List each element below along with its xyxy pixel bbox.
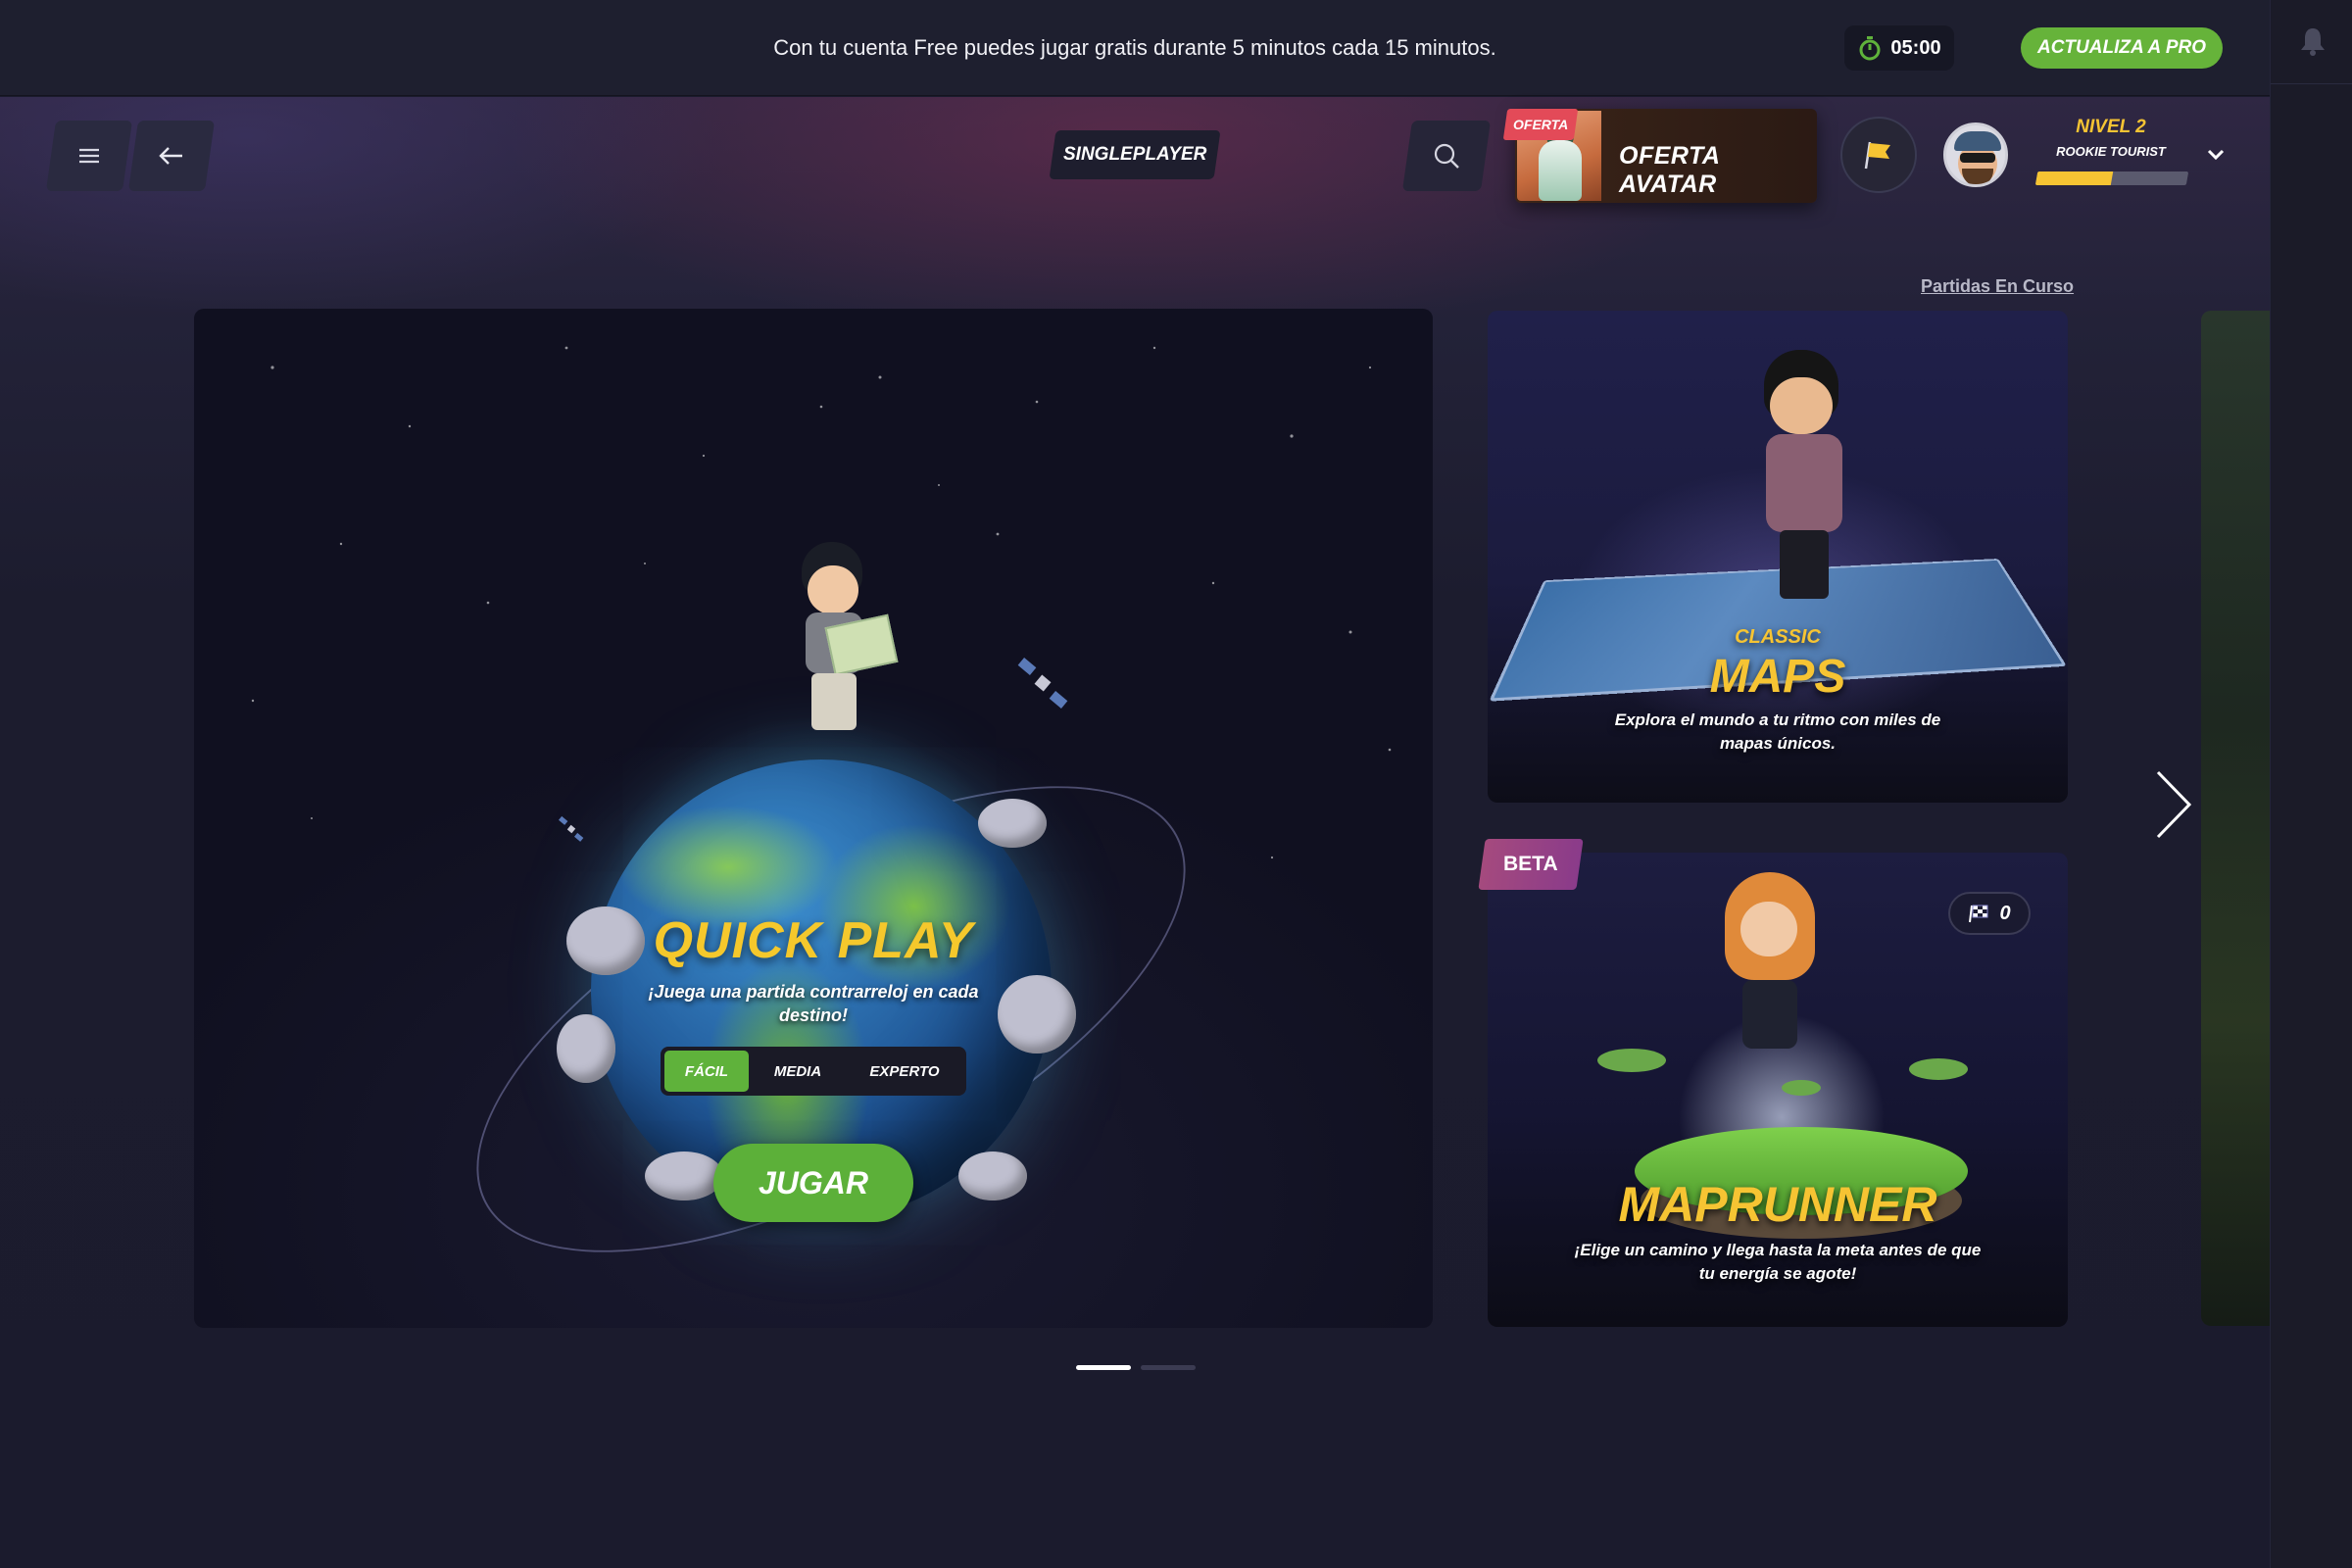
classic-maps-title: MAPS — [1709, 651, 1846, 703]
maprunner-card[interactable]: 0 MAPRUNNER ¡Elige un camino y llega has… — [1488, 853, 2068, 1327]
checkered-flag-icon — [1969, 905, 1988, 923]
back-button[interactable] — [127, 121, 216, 191]
menu-button[interactable] — [45, 121, 133, 191]
explorer-character — [782, 542, 900, 758]
level-progress-bar — [2034, 172, 2189, 185]
classic-maps-description-text: Explora el mundo a tu ritmo con miles de… — [1614, 710, 1941, 753]
maprunner-description-text: ¡Elige un camino y llega hasta la meta a… — [1574, 1241, 1982, 1283]
search-button[interactable] — [1401, 121, 1492, 191]
difficulty-expert[interactable]: EXPERTO — [847, 1051, 962, 1092]
avatar-cap — [1954, 131, 2001, 151]
level-progress-fill — [2034, 172, 2114, 185]
quick-play-title: QUICK PLAY — [653, 912, 974, 969]
small-island — [1597, 1049, 1666, 1072]
avatar-offer-banner[interactable]: OFERTA OFERTA AVATAR — [1502, 109, 1817, 203]
satellite-icon — [559, 815, 584, 842]
level-rank: ROOKIE TOURIST — [2056, 144, 2166, 159]
classic-maps-description: Explora el mundo a tu ritmo con miles de… — [1488, 709, 2068, 756]
offer-tag-text: OFERTA — [1512, 117, 1569, 132]
avatar-sunglasses — [1960, 153, 1995, 163]
difficulty-selector: FÁCIL MEDIA EXPERTO — [661, 1047, 966, 1096]
bell-icon[interactable] — [2298, 25, 2328, 57]
quick-play-card[interactable]: QUICK PLAY ¡Juega una partida contrarrel… — [194, 309, 1433, 1328]
chevron-down-icon[interactable] — [2205, 144, 2227, 166]
cloud — [958, 1152, 1027, 1200]
quick-play-subtitle-text: ¡Juega una partida contrarreloj en cada … — [648, 982, 979, 1025]
races-counter: 0 — [1948, 892, 2031, 935]
small-island — [1909, 1058, 1968, 1080]
carousel-dot[interactable] — [1141, 1365, 1196, 1370]
session-timer: 05:00 — [1844, 25, 1954, 71]
level-number: NIVEL 2 — [2076, 117, 2146, 137]
timer-value: 05:00 — [1890, 36, 1941, 59]
right-rail — [2270, 0, 2352, 1568]
difficulty-easy[interactable]: FÁCIL — [664, 1051, 749, 1092]
offer-title: OFERTA AVATAR — [1619, 142, 1720, 198]
flag-icon — [1864, 141, 1890, 170]
classic-maps-card[interactable]: CLASSIC MAPS Explora el mundo a tu ritmo… — [1488, 311, 2068, 803]
runner-body — [1742, 980, 1797, 1049]
cloud — [645, 1152, 723, 1200]
runner-character — [1713, 872, 1840, 1107]
maps-char-body — [1766, 434, 1842, 532]
classic-maps-kicker: CLASSIC — [1735, 626, 1821, 648]
mode-label-text: SINGLEPLAYER — [1062, 144, 1207, 165]
beta-badge: BETA — [1478, 839, 1584, 890]
maps-char-face — [1770, 377, 1833, 434]
hamburger-icon — [79, 148, 99, 164]
kid-face — [808, 565, 858, 614]
rail-notification-area — [2271, 0, 2352, 84]
quick-play-subtitle: ¡Juega una partida contrarreloj en cada … — [194, 980, 1433, 1027]
ongoing-games-link[interactable]: Partidas En Curso — [1921, 276, 2074, 297]
carousel-dot[interactable] — [1076, 1365, 1131, 1370]
free-account-banner: Con tu cuenta Free puedes jugar gratis d… — [0, 0, 2270, 96]
beta-badge-text: BETA — [1503, 853, 1558, 875]
search-icon — [1434, 143, 1459, 169]
mode-label: SINGLEPLAYER — [1049, 130, 1221, 179]
user-level[interactable]: NIVEL 2 ROOKIE TOURIST — [2034, 117, 2189, 185]
user-avatar[interactable] — [1943, 122, 2008, 187]
avatar-beard — [1962, 169, 1993, 184]
thumb-body — [1539, 140, 1582, 201]
runner-face — [1740, 902, 1797, 956]
difficulty-medium[interactable]: MEDIA — [749, 1051, 847, 1092]
maps-character — [1750, 350, 1858, 644]
carousel-pagination — [1076, 1365, 1196, 1370]
chevron-right-icon[interactable] — [2152, 768, 2195, 841]
upgrade-pro-button[interactable]: ACTUALIZA A PRO — [2021, 27, 2223, 69]
races-counter-value: 0 — [1999, 902, 2011, 924]
missions-button[interactable] — [1840, 117, 1917, 193]
play-button[interactable]: JUGAR — [713, 1144, 913, 1222]
maps-char-legs — [1780, 530, 1829, 599]
offer-tag: OFERTA — [1502, 109, 1579, 140]
kid-legs — [811, 673, 857, 730]
maprunner-title: MAPRUNNER — [1618, 1177, 1937, 1232]
cloud — [978, 799, 1047, 848]
maprunner-description: ¡Elige un camino y llega hasta la meta a… — [1488, 1239, 2068, 1286]
satellite-icon — [1017, 658, 1068, 709]
next-card-preview[interactable] — [2201, 311, 2270, 1326]
arrow-left-icon — [159, 147, 182, 165]
stopwatch-icon — [1859, 36, 1881, 61]
